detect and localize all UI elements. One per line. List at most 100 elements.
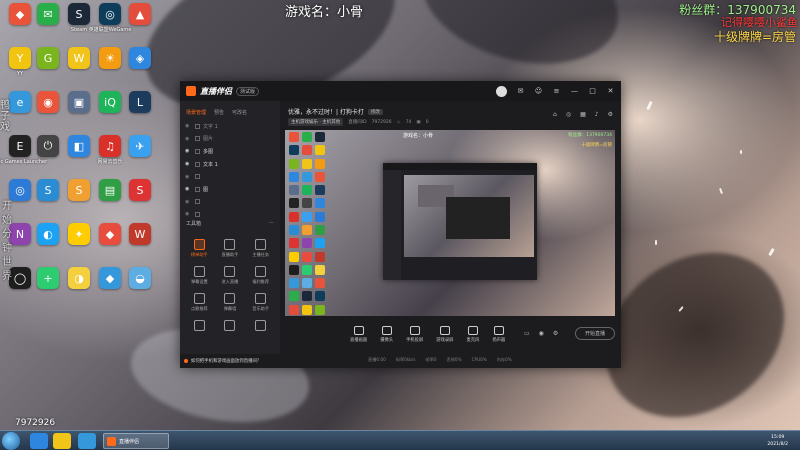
app-icon: E <box>9 135 31 157</box>
taskbar-pin-ie[interactable] <box>30 433 48 449</box>
footer-tip[interactable]: 如何把手机和游戏画面放到直播间？ <box>180 354 280 368</box>
visibility-eye-icon[interactable]: ◉ <box>185 199 193 205</box>
toolbox-item[interactable]: 福利推荐 <box>245 266 276 285</box>
scene-source-row[interactable]: ◉ <box>180 208 280 221</box>
stream-preview[interactable]: 游戏名：小骨 粉丝群：137900734 十级牌牌=房管 <box>285 130 615 316</box>
edit-title-button[interactable]: 修改 <box>367 108 383 115</box>
scene-source-row[interactable]: ◉ <box>180 196 280 209</box>
desktop-icon[interactable]: W <box>122 223 158 247</box>
lock-icon[interactable] <box>195 136 200 142</box>
toolbox-item[interactable] <box>215 320 246 333</box>
toolbox-more-icon[interactable]: ⋯ <box>269 220 274 227</box>
visibility-eye-icon[interactable]: ◉ <box>185 123 193 129</box>
scene-source-row[interactable]: ◉ 文本 1 <box>180 158 280 171</box>
version-badge: 测试版 <box>236 86 260 96</box>
taskbar-active-task[interactable]: 直播伴侣 <box>103 433 169 449</box>
visibility-eye-icon[interactable]: ◉ <box>185 211 193 217</box>
toolbox-item[interactable]: 点歌推荐 <box>184 293 215 312</box>
source-tool-button[interactable]: 麦克风 <box>466 326 479 343</box>
source-tool-button[interactable]: 摄像头 <box>380 326 393 343</box>
minimize-icon[interactable]: — <box>570 87 579 95</box>
scene-source-list: ◉ 文字 1 ◉ 图片 ◉ 多图 ◉ 文本 1 ◉ ◉ 图 ◉ ◉ <box>180 120 280 221</box>
feedback-icon[interactable]: ☺ <box>534 87 543 95</box>
toolbox-item[interactable]: 直播助手 <box>215 239 246 258</box>
stream-stats: 直播0:00 码率0kb/s 帧率0 丢帧0% CPU0% 内存0% <box>368 357 512 363</box>
lock-icon[interactable] <box>195 174 200 180</box>
toolbox-item[interactable] <box>184 320 215 333</box>
app-icon: ♫ <box>99 135 121 157</box>
source-tool-button[interactable]: 扬声器 <box>492 326 505 343</box>
toolbox-header: 工具箱 ⋯ <box>186 220 274 227</box>
lock-icon[interactable] <box>195 211 200 217</box>
user-avatar[interactable] <box>496 85 507 97</box>
taskbar-pin-folder[interactable] <box>53 433 71 449</box>
source-tool-button[interactable]: 游戏录屏 <box>436 326 453 343</box>
preview-mini-icon <box>289 171 299 182</box>
scene-source-row[interactable]: ◉ 文字 1 <box>180 120 280 133</box>
bell-icon[interactable]: ♪ <box>595 111 599 118</box>
lock-icon[interactable] <box>195 161 200 167</box>
maximize-icon[interactable]: □ <box>588 87 597 95</box>
start-button[interactable] <box>2 432 20 450</box>
menu-icon[interactable]: ≡ <box>552 87 561 95</box>
scene-source-row[interactable]: ◉ 图片 <box>180 133 280 146</box>
desktop-icon[interactable]: ◈ <box>122 47 158 71</box>
toolbox-item[interactable]: 主播任务 <box>245 239 276 258</box>
gift-icon[interactable]: ⌂ <box>553 111 557 118</box>
taskbar-pin-browser[interactable] <box>78 433 96 449</box>
toolbox-item[interactable]: 进入直播 <box>215 266 246 285</box>
taskbar-clock[interactable]: 15:09 2021/8/2 <box>767 434 788 448</box>
room-id-label: 直播间ID <box>348 120 367 125</box>
desktop-icon[interactable]: ◒ <box>122 267 158 291</box>
scene-source-name: 文字 1 <box>203 123 218 130</box>
tab-rename[interactable]: 可改名 <box>232 109 247 116</box>
app-icon: S <box>68 179 90 201</box>
desktop-icon[interactable]: S <box>122 179 158 203</box>
toolbox-item[interactable] <box>245 320 276 333</box>
source-tool-label: 直播画面 <box>350 338 368 343</box>
lock-icon[interactable] <box>195 123 200 129</box>
visibility-eye-icon[interactable]: ◉ <box>185 186 193 192</box>
scene-panel: 场景管理 预告 可改名 ◉ 文字 1 ◉ 图片 ◉ 多图 ◉ 文本 1 ◉ ◉ 图 ◉ ◉ 工具箱 ⋯ … <box>180 101 280 368</box>
preview-mini-icon <box>315 211 325 222</box>
scene-source-row[interactable]: ◉ 多图 <box>180 145 280 158</box>
toolbox-item[interactable]: 弹幕设置 <box>184 266 215 285</box>
preview-mini-icon <box>315 238 325 249</box>
visibility-eye-icon[interactable]: ◉ <box>185 161 193 167</box>
visibility-eye-icon[interactable]: ◉ <box>185 148 193 154</box>
tool-icon <box>255 239 267 250</box>
settings-icon[interactable]: ⚙ <box>608 111 613 118</box>
close-icon[interactable]: ✕ <box>606 87 615 95</box>
desktop-icon[interactable]: ✈ <box>122 135 158 159</box>
record-icon[interactable]: ◎ <box>566 111 571 118</box>
gear-icon[interactable]: ⚙ <box>553 330 558 337</box>
tab-scene-manage[interactable]: 场景管理 <box>186 109 206 116</box>
stat-item: 丢帧0% <box>446 357 462 362</box>
scene-source-row[interactable]: ◉ <box>180 170 280 183</box>
footer-tip-text: 如何把手机和游戏画面放到直播间？ <box>191 359 262 364</box>
preview-mini-icon <box>315 224 325 235</box>
category-tag[interactable]: 主机游戏娱乐 · 主机其他 <box>288 118 344 126</box>
camera-toggle-icon[interactable]: ▭ <box>524 330 530 337</box>
message-icon[interactable]: ✉ <box>516 87 525 95</box>
layout-icon[interactable]: ▦ <box>580 111 586 118</box>
lock-icon[interactable] <box>195 186 200 192</box>
visibility-icon[interactable]: ◉ <box>539 330 544 337</box>
start-live-button[interactable]: 开始直播 <box>575 327 615 340</box>
source-tool-icon <box>467 326 478 335</box>
visibility-eye-icon[interactable]: ◉ <box>185 174 193 180</box>
preview-mini-icon <box>315 291 325 302</box>
tab-preview[interactable]: 预告 <box>214 109 224 116</box>
toolbox-item[interactable]: 榜单助手 <box>184 239 215 258</box>
toolbox-item[interactable]: 弹幕墙 <box>215 293 246 312</box>
scene-source-row[interactable]: ◉ 图 <box>180 183 280 196</box>
lock-icon[interactable] <box>195 199 200 205</box>
desktop-icon[interactable]: ▲ <box>122 3 158 27</box>
toolbox-item[interactable]: 音乐助手 <box>245 293 276 312</box>
lock-icon[interactable] <box>195 148 200 154</box>
stat-item: 内存0% <box>496 357 512 362</box>
source-tool-button[interactable]: 直播画面 <box>350 326 367 343</box>
visibility-eye-icon[interactable]: ◉ <box>185 136 193 142</box>
source-tool-button[interactable]: 手机投屏 <box>406 326 423 343</box>
desktop-icon[interactable]: L <box>122 91 158 115</box>
